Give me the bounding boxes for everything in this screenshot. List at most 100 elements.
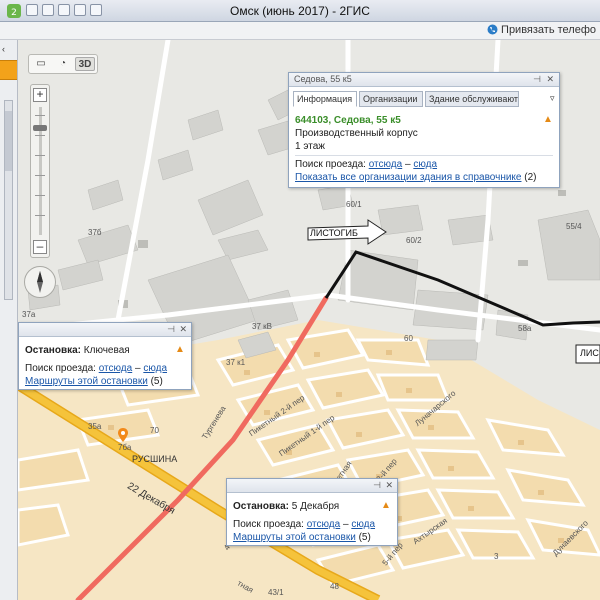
warning-triangle-icon[interactable]: ▲ <box>381 500 391 511</box>
warning-triangle-icon[interactable]: ▲ <box>543 114 553 125</box>
house-number: 43/1 <box>268 588 284 597</box>
bus-stop-card: ⊣ ✕ Остановка: Ключевая ▲ Поиск проезда:… <box>18 322 192 390</box>
zoom-tick <box>35 175 45 176</box>
stop-title-prefix: Остановка: <box>233 501 289 512</box>
route-dash: – <box>404 159 411 170</box>
stop-title-prefix: Остановка: <box>25 345 81 356</box>
route-dash: – <box>134 363 141 374</box>
route-search-row: Поиск проезда: отсюда – сюда <box>25 363 167 374</box>
all-orgs-row: Показать все организации здания в справо… <box>295 172 537 183</box>
route-search-label: Поиск проезда: <box>295 159 366 170</box>
house-number: 35а <box>88 422 102 431</box>
stop-name: Ключевая <box>83 345 130 356</box>
building-info-card: Седова, 55 к5 ⊣ ✕ Информация Организации… <box>288 72 560 188</box>
toolbar: Привязать телефо <box>0 22 600 40</box>
left-panel: ‹ <box>0 40 18 600</box>
route-search-row: Поиск проезда: отсюда – сюда <box>295 159 437 170</box>
card-header: ⊣ ✕ <box>19 323 191 337</box>
route-to-link[interactable]: сюда <box>351 519 375 530</box>
building-type: Производственный корпус <box>295 128 418 139</box>
callout-label: ЛИСТОГИБ <box>310 228 358 238</box>
house-number: 48 <box>330 582 339 591</box>
house-number: 58а <box>518 324 532 333</box>
house-number: 3 <box>494 552 499 561</box>
route-search-label: Поиск проезда: <box>25 363 96 374</box>
stop-routes-row: Маршруты этой остановки (5) <box>25 376 163 387</box>
route-to-link[interactable]: сюда <box>413 159 437 170</box>
3d-toggle-button[interactable]: 3D <box>75 57 95 71</box>
route-from-link[interactable]: отсюда <box>369 159 403 170</box>
warning-triangle-icon[interactable]: ▲ <box>175 344 185 355</box>
house-number: 37а <box>22 310 36 319</box>
stop-name: 5 Декабря <box>291 501 340 512</box>
pin-window-icon[interactable]: ⊣ <box>533 74 541 85</box>
house-number: 7ба <box>118 443 132 452</box>
house-number: 37 к1 <box>226 358 246 367</box>
house-number: 55/4 <box>566 222 582 231</box>
card-header: ⊣ ✕ <box>227 479 397 493</box>
route-search-label: Поиск проезда: <box>233 519 304 530</box>
map-canvas[interactable]: 60/1 60/2 55/4 58а 60 37б 37а 37 кВ 37 к… <box>18 40 600 600</box>
callout-label: ЛИС <box>580 348 599 358</box>
close-icon[interactable]: ✕ <box>179 324 187 335</box>
route-search-row: Поиск проезда: отсюда – сюда <box>233 519 375 530</box>
stop-routes-count: (5) <box>150 376 163 387</box>
route-to-link[interactable]: сюда <box>143 363 167 374</box>
stop-routes-count: (5) <box>358 532 371 543</box>
zoom-tick <box>35 115 45 116</box>
divider <box>295 155 553 156</box>
tab-building-services[interactable]: Здание обслуживают <box>425 91 519 107</box>
stop-routes-row: Маршруты этой остановки (5) <box>233 532 371 543</box>
compass-icon[interactable] <box>24 266 56 298</box>
building-floors: 1 этаж <box>295 141 325 152</box>
pin-window-icon[interactable]: ⊣ <box>167 324 175 335</box>
zoom-out-button[interactable]: – <box>33 240 47 254</box>
zoom-tick <box>35 155 45 156</box>
house-number: 60/1 <box>346 200 362 209</box>
district-label: РУСШИНА <box>132 454 178 464</box>
house-number: 60/2 <box>406 236 422 245</box>
building-address: 644103, Седова, 55 к5 <box>295 115 401 126</box>
house-number: 60 <box>404 334 413 343</box>
zoom-control: + – <box>30 84 50 258</box>
zoom-in-button[interactable]: + <box>33 88 47 102</box>
zoom-tick <box>35 195 45 196</box>
tabs-menu-icon[interactable]: ▿ <box>547 91 557 107</box>
close-icon[interactable]: ✕ <box>385 480 393 491</box>
bus-stop-pin-icon[interactable] <box>118 428 128 442</box>
panel-active-tab[interactable] <box>0 60 17 80</box>
map-mode-bar: ▭ ◔ 3D <box>28 54 98 74</box>
stop-routes-link[interactable]: Маршруты этой остановки <box>233 532 356 543</box>
zoom-tick <box>35 135 45 136</box>
window-titlebar: 2 Омск (июнь 2017) - 2ГИС <box>0 0 600 22</box>
zoom-slider-knob[interactable] <box>33 125 47 131</box>
card-header-title: Седова, 55 к5 <box>294 74 352 84</box>
zoom-tick <box>35 215 45 216</box>
ruler-icon[interactable]: ▭ <box>31 57 51 71</box>
phone-icon <box>487 24 498 35</box>
stop-routes-link[interactable]: Маршруты этой остановки <box>25 376 148 387</box>
panel-scrollbar[interactable] <box>4 100 13 300</box>
house-number: 37 кВ <box>252 322 272 331</box>
all-orgs-link[interactable]: Показать все организации здания в справо… <box>295 172 521 183</box>
house-number: 70 <box>150 426 159 435</box>
attach-phone-label: Привязать телефо <box>501 24 596 36</box>
scrollbar-thumb[interactable] <box>5 111 12 171</box>
tab-organizations[interactable]: Организации <box>359 91 423 107</box>
window-title: Омск (июнь 2017) - 2ГИС <box>230 4 370 18</box>
house-number: 37б <box>88 228 102 237</box>
attach-phone-button[interactable]: Привязать телефо <box>487 24 596 36</box>
satellite-icon[interactable]: ◔ <box>53 57 73 71</box>
all-orgs-count: (2) <box>524 172 537 183</box>
close-icon[interactable]: ✕ <box>546 74 554 85</box>
panel-arrow-icon[interactable]: ‹ <box>2 44 5 54</box>
route-from-link[interactable]: отсюда <box>99 363 133 374</box>
tab-information[interactable]: Информация <box>293 91 357 107</box>
stop-title: Остановка: 5 Декабря <box>233 501 339 512</box>
pin-window-icon[interactable]: ⊣ <box>373 480 381 491</box>
bus-stop-card: ⊣ ✕ Остановка: 5 Декабря ▲ Поиск проезда… <box>226 478 398 546</box>
stop-title: Остановка: Ключевая <box>25 345 130 356</box>
route-dash: – <box>342 519 349 530</box>
card-header: Седова, 55 к5 ⊣ ✕ <box>289 73 559 87</box>
route-from-link[interactable]: отсюда <box>307 519 341 530</box>
